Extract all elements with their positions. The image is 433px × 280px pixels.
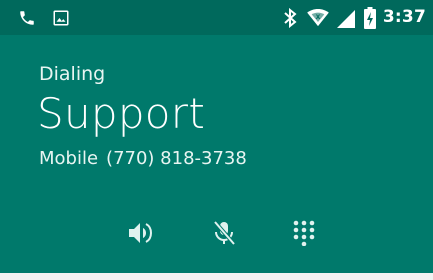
wifi-icon: x bbox=[307, 0, 329, 35]
mute-button[interactable] bbox=[209, 220, 239, 250]
contact-details: Mobile (770) 818-3738 bbox=[39, 148, 247, 169]
contact-name: Support bbox=[37, 89, 206, 138]
call-state-label: Dialing bbox=[39, 63, 106, 85]
call-actions bbox=[0, 220, 433, 250]
speaker-icon bbox=[127, 221, 155, 249]
image-notification-icon bbox=[52, 0, 70, 35]
mute-icon bbox=[212, 220, 236, 250]
cell-signal-icon bbox=[335, 0, 355, 35]
dialpad-icon bbox=[293, 220, 315, 250]
battery-charging-icon bbox=[364, 0, 376, 35]
number-type-label: Mobile bbox=[39, 148, 99, 169]
speaker-button[interactable] bbox=[126, 220, 156, 250]
phone-number: (770) 818-3738 bbox=[106, 148, 247, 169]
bluetooth-icon bbox=[283, 0, 297, 35]
call-panel: Dialing Support Mobile (770) 818-3738 bbox=[0, 35, 433, 273]
phone-call-notification-icon bbox=[18, 0, 36, 35]
dialpad-button[interactable] bbox=[289, 220, 319, 250]
svg-text:x: x bbox=[316, 11, 321, 20]
clock: 3:37 bbox=[382, 7, 426, 27]
status-bar: x 3:37 bbox=[0, 0, 433, 35]
